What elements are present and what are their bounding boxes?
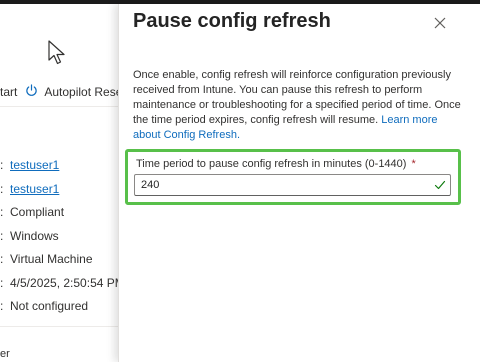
close-icon[interactable] <box>433 16 447 30</box>
panel-description: Once enable, config refresh will reinfor… <box>133 68 463 143</box>
checkmark-icon <box>434 180 446 190</box>
panel-title: Pause config refresh <box>133 10 331 32</box>
property-enrolled-by: : testuser1 <box>0 181 60 196</box>
pause-period-input[interactable] <box>135 175 437 195</box>
enrolled-by-link[interactable]: testuser1 <box>10 182 59 196</box>
mouse-pointer-icon <box>48 40 65 65</box>
property-compliance: : Compliant <box>0 205 65 219</box>
toolbar-divider <box>0 106 118 107</box>
property-last-check-in: :4/5/2025, 2:50:54 PM <box>0 275 125 290</box>
section-heading-fragment: er <box>0 348 10 360</box>
device-toolbar: tart Autopilot Rese <box>0 84 122 100</box>
device-overview-background: tart Autopilot Rese : testuser1 : testuser… <box>0 4 125 362</box>
model-value: Virtual Machine <box>10 252 93 266</box>
section-divider <box>0 326 118 327</box>
compliance-value: Compliant <box>10 205 65 219</box>
pause-period-label: Time period to pause config refresh in m… <box>136 158 416 170</box>
pause-period-field-highlight: Time period to pause config refresh in m… <box>125 149 461 205</box>
pause-config-refresh-panel: Pause config refresh Once enable, config… <box>118 4 480 362</box>
pause-period-label-text: Time period to pause config refresh in m… <box>136 158 407 170</box>
os-value: Windows <box>10 228 59 243</box>
pause-period-input-box <box>134 174 451 196</box>
autopilot-reset-button[interactable]: Autopilot Rese <box>44 85 122 99</box>
device-properties-list: : testuser1 : testuser1 : Compliant : Window… <box>0 154 125 319</box>
restart-button[interactable]: tart <box>0 85 17 99</box>
property-config-refresh: : Not configured <box>0 299 89 313</box>
last-check-in-value: 4/5/2025, 2:50:54 PM <box>10 275 125 290</box>
property-os: : Windows <box>0 228 59 243</box>
property-primary-user: : testuser1 <box>0 158 60 172</box>
power-icon <box>25 84 38 100</box>
required-marker: * <box>411 158 416 170</box>
primary-user-link[interactable]: testuser1 <box>10 158 59 172</box>
property-model: : Virtual Machine <box>0 252 93 266</box>
config-refresh-value: Not configured <box>10 299 89 313</box>
